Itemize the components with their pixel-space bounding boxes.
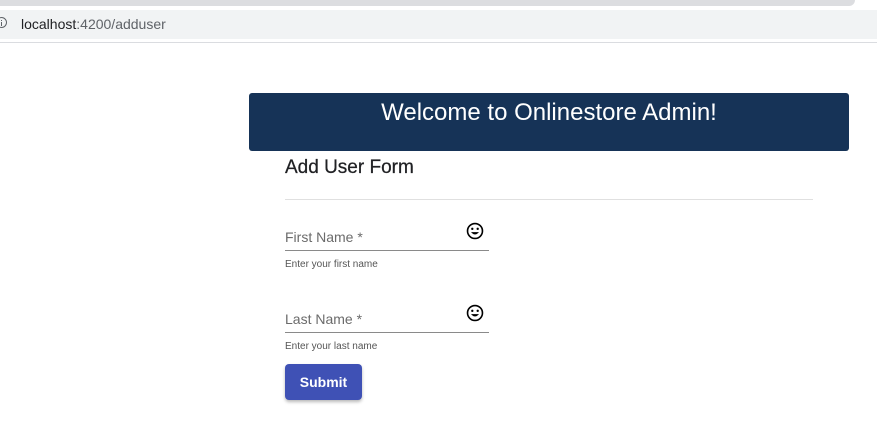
address-bar[interactable]: localhost:4200/adduser xyxy=(0,10,877,39)
last-name-hint: Enter your last name xyxy=(285,341,378,352)
url-path: :4200/adduser xyxy=(76,16,166,32)
url-text[interactable]: localhost:4200/adduser xyxy=(21,16,166,32)
welcome-banner: Welcome to Onlinestore Admin! xyxy=(249,93,849,151)
info-icon[interactable] xyxy=(0,17,7,28)
banner-title: Welcome to Onlinestore Admin! xyxy=(381,99,717,126)
smiley-face-icon xyxy=(466,304,484,322)
page-divider xyxy=(0,42,877,43)
last-name-underline xyxy=(285,332,489,333)
first-name-underline xyxy=(285,250,489,251)
title-divider xyxy=(285,199,813,200)
url-host: localhost xyxy=(21,16,77,32)
submit-button[interactable]: Submit xyxy=(285,364,362,400)
last-name-label: Last Name * xyxy=(285,311,363,327)
browser-top-strip xyxy=(0,0,855,6)
first-name-label: First Name * xyxy=(285,229,363,245)
form-title: Add User Form xyxy=(285,157,414,178)
smiley-face-icon xyxy=(466,222,484,240)
first-name-hint: Enter your first name xyxy=(285,259,378,270)
